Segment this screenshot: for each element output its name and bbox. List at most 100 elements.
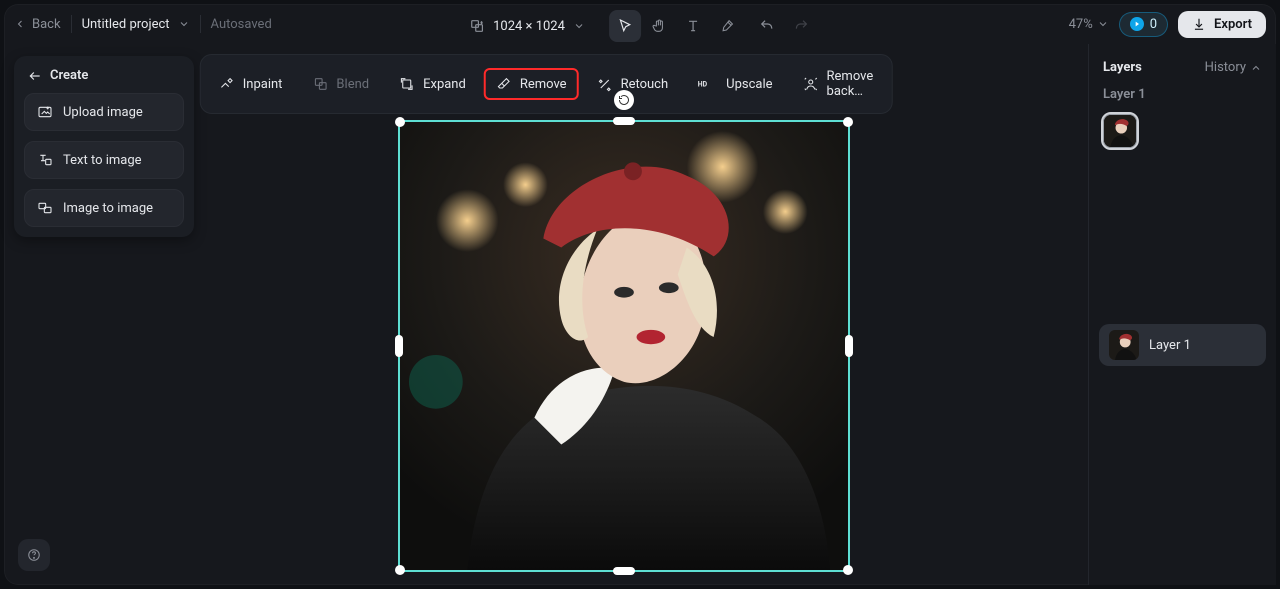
export-label: Export (1214, 17, 1252, 32)
text-to-image-label: Text to image (63, 153, 142, 168)
credits-pill[interactable]: 0 (1119, 12, 1168, 37)
history-label: History (1205, 60, 1246, 75)
layers-header: Layers History (1089, 44, 1276, 83)
canvas-image[interactable] (400, 122, 848, 570)
redo-button[interactable] (785, 10, 817, 42)
help-button[interactable] (18, 539, 50, 571)
canvas-dimensions-select[interactable]: 1024 × 1024 (463, 14, 591, 38)
undo-icon (759, 18, 775, 34)
remove-bg-icon (803, 76, 819, 92)
top-bar-left: Back Untitled project Autosaved (14, 15, 272, 33)
hd-icon: HD (698, 76, 718, 92)
handle-left-mid[interactable] (395, 335, 403, 357)
expand-button[interactable]: Expand (387, 68, 478, 100)
layers-title: Layers (1103, 60, 1142, 75)
download-icon (1192, 17, 1206, 31)
blend-icon (312, 76, 328, 92)
body: Create Upload image Text to image (4, 44, 1276, 585)
canvas-tool-row (609, 10, 817, 42)
handle-right-mid[interactable] (845, 335, 853, 357)
remove-button[interactable]: Remove (484, 68, 579, 100)
project-title: Untitled project (82, 17, 170, 32)
back-button[interactable]: Back (14, 17, 61, 32)
select-tool-button[interactable] (609, 10, 641, 42)
hand-tool-button[interactable] (643, 10, 675, 42)
layer-list-item[interactable]: Layer 1 (1099, 324, 1266, 366)
create-title: Create (50, 68, 88, 83)
cursor-icon (617, 18, 633, 34)
handle-bottom-right[interactable] (843, 565, 853, 575)
remove-label: Remove (520, 77, 567, 92)
eraser-icon (496, 76, 512, 92)
export-button[interactable]: Export (1178, 11, 1266, 38)
remove-background-button[interactable]: Remove back… (791, 61, 886, 107)
upload-image-icon (37, 104, 53, 120)
chevron-left-icon (14, 18, 26, 30)
handle-top-left[interactable] (395, 117, 405, 127)
credits-count: 0 (1150, 17, 1157, 32)
retouch-icon (597, 76, 613, 92)
chevron-down-icon (1097, 18, 1109, 30)
handle-top-right[interactable] (843, 117, 853, 127)
retouch-label: Retouch (621, 77, 669, 92)
chevron-up-icon (1250, 62, 1262, 74)
separator (71, 15, 72, 33)
blend-button[interactable]: Blend (300, 68, 381, 100)
text-to-image-button[interactable]: Text to image (24, 141, 184, 179)
help-icon (27, 548, 41, 562)
rotate-handle[interactable] (614, 90, 634, 110)
hand-icon (651, 18, 667, 34)
back-label: Back (32, 17, 61, 32)
app-shell: Back Untitled project Autosaved 1024 × 1… (4, 4, 1276, 585)
credits-icon (1130, 17, 1144, 31)
crop-swap-icon (469, 18, 485, 34)
zoom-select[interactable]: 47% (1069, 17, 1109, 32)
inpaint-button[interactable]: Inpaint (207, 68, 295, 100)
upload-image-button[interactable]: Upload image (24, 93, 184, 131)
current-layer-title: Layer 1 (1089, 83, 1276, 110)
blend-label: Blend (336, 77, 369, 92)
upload-image-label: Upload image (63, 105, 143, 120)
rotate-icon (618, 94, 630, 106)
zoom-value: 47% (1069, 17, 1093, 32)
image-to-image-button[interactable]: Image to image (24, 189, 184, 227)
brush-tool-button[interactable] (711, 10, 743, 42)
ai-toolbar: Inpaint Blend Expand (200, 54, 893, 114)
inpaint-label: Inpaint (243, 77, 283, 92)
top-bar: Back Untitled project Autosaved 1024 × 1… (4, 4, 1276, 44)
create-panel: Create Upload image Text to image (14, 56, 194, 237)
project-title-select[interactable]: Untitled project (82, 17, 190, 32)
handle-bottom-left[interactable] (395, 565, 405, 575)
text-icon (685, 18, 701, 34)
autosaved-status: Autosaved (211, 17, 272, 32)
upscale-label: Upscale (726, 77, 772, 92)
collapse-icon[interactable] (28, 69, 42, 83)
layer-list-thumb (1109, 330, 1139, 360)
upscale-button[interactable]: HD Upscale (686, 68, 784, 100)
image-to-image-icon (37, 200, 53, 216)
remove-bg-label: Remove back… (827, 69, 874, 99)
layer-list-name: Layer 1 (1149, 338, 1191, 353)
chevron-down-icon (178, 18, 190, 30)
create-header: Create (28, 68, 180, 83)
handle-top-mid[interactable] (613, 117, 635, 125)
top-bar-center: 1024 × 1024 (463, 6, 817, 46)
history-toggle[interactable]: History (1205, 60, 1262, 75)
handle-bottom-mid[interactable] (613, 567, 635, 575)
canvas-area[interactable]: Create Upload image Text to image (4, 44, 1088, 585)
text-to-image-icon (37, 152, 53, 168)
separator (200, 15, 201, 33)
canvas-dimensions: 1024 × 1024 (493, 19, 565, 34)
redo-icon (793, 18, 809, 34)
expand-icon (399, 76, 415, 92)
svg-text:HD: HD (698, 81, 708, 89)
layer-thumb-row (1089, 110, 1276, 156)
expand-label: Expand (423, 77, 466, 92)
undo-button[interactable] (751, 10, 783, 42)
text-tool-button[interactable] (677, 10, 709, 42)
image-to-image-label: Image to image (63, 201, 153, 216)
selected-layer-bounding-box[interactable] (398, 120, 850, 572)
chevron-down-icon (573, 20, 585, 32)
inpaint-icon (219, 76, 235, 92)
layer-thumb[interactable] (1103, 114, 1137, 148)
